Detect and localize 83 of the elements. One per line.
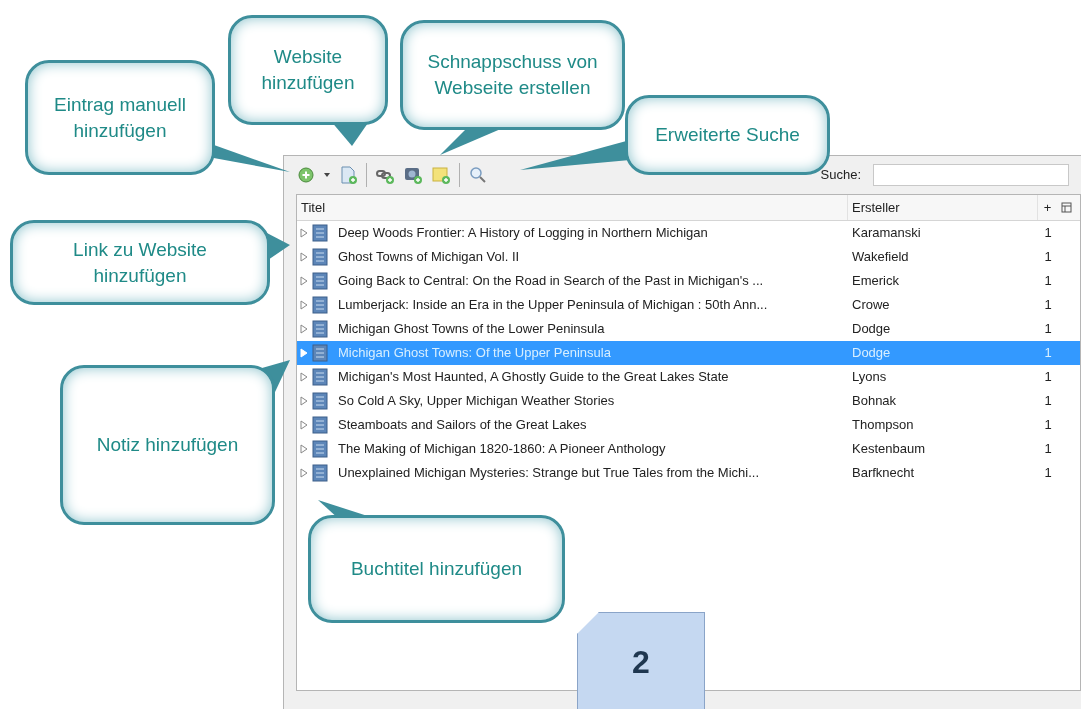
book-icon bbox=[312, 344, 328, 362]
creator-cell-text: Wakefield bbox=[851, 248, 910, 267]
title-cell-text: The Making of Michigan 1820-1860: A Pioneer Anthology bbox=[337, 440, 667, 459]
count-cell-text: 1 bbox=[1043, 416, 1053, 435]
callout: Eintrag manuell hinzufügen bbox=[25, 60, 215, 175]
creator-cell-text: Dodge bbox=[851, 344, 892, 363]
title-cell-text: Michigan Ghost Towns of the Lower Peninsula bbox=[337, 320, 606, 339]
table-row[interactable]: Michigan Ghost Towns of the Lower Peninsula Dodge 1 bbox=[297, 317, 1080, 341]
table-row[interactable]: Going Back to Central: On the Road in Search of the Past in Michigan's ... Emerick 1 bbox=[297, 269, 1080, 293]
expand-arrow-icon[interactable] bbox=[300, 372, 308, 382]
callout: Schnappschuss von Webseite erstellen bbox=[400, 20, 625, 130]
column-header[interactable]: Ersteller bbox=[847, 195, 1037, 220]
expand-arrow-icon[interactable] bbox=[300, 324, 308, 334]
title-cell-text: Unexplained Michigan Mysteries: Strange but True Tales from the Michi... bbox=[337, 464, 760, 483]
table-row[interactable]: Deep Woods Frontier: A History of Logging in Northern Michigan Karamanski 1 bbox=[297, 221, 1080, 245]
note-icon[interactable] bbox=[431, 165, 451, 185]
count-cell-text: 1 bbox=[1043, 272, 1053, 291]
count-cell-text: 1 bbox=[1043, 392, 1053, 411]
column-picker-icon[interactable] bbox=[1061, 201, 1073, 214]
caret-icon[interactable] bbox=[324, 173, 330, 177]
title-cell-text: Lumberjack: Inside an Era in the Upper Peninsula of Michigan : 50th Ann... bbox=[337, 296, 769, 315]
snapshot-icon[interactable] bbox=[403, 165, 423, 185]
table-row[interactable]: The Making of Michigan 1820-1860: A Pioneer Anthology Kestenbaum 1 bbox=[297, 437, 1080, 461]
count-cell-text: 1 bbox=[1043, 344, 1053, 363]
count-cell-text: 1 bbox=[1043, 440, 1053, 459]
count-cell-text: 1 bbox=[1043, 320, 1053, 339]
count-cell-text: 1 bbox=[1043, 248, 1053, 267]
title-cell-text: Going Back to Central: On the Road in Search of the Past in Michigan's ... bbox=[337, 272, 765, 291]
book-icon bbox=[312, 272, 328, 290]
callout: Notiz hinzufügen bbox=[60, 365, 275, 525]
page-number-note: 2 bbox=[577, 612, 705, 709]
creator-cell-text: Barfknecht bbox=[851, 464, 916, 483]
creator-cell-text: Lyons bbox=[851, 368, 888, 387]
creator-cell-text: Crowe bbox=[851, 296, 891, 315]
book-icon bbox=[312, 416, 328, 434]
title-cell-text: Michigan Ghost Towns: Of the Upper Peninsula bbox=[337, 344, 612, 363]
title-cell-text: Ghost Towns of Michigan Vol. II bbox=[337, 248, 521, 267]
table-row[interactable]: Ghost Towns of Michigan Vol. II Wakefield 1 bbox=[297, 245, 1080, 269]
book-icon bbox=[312, 224, 328, 242]
search-field[interactable] bbox=[873, 164, 1069, 186]
creator-cell-text: Karamanski bbox=[851, 224, 922, 243]
book-icon bbox=[312, 440, 328, 458]
column-header[interactable]: Titel bbox=[297, 195, 847, 220]
add-document-icon[interactable] bbox=[338, 165, 358, 185]
table-row[interactable]: Steamboats and Sailors of the Great Lakes Thompson 1 bbox=[297, 413, 1080, 437]
table-row[interactable]: Lumberjack: Inside an Era in the Upper Peninsula of Michigan : 50th Ann... Crowe 1 bbox=[297, 293, 1080, 317]
expand-arrow-icon[interactable] bbox=[300, 228, 308, 238]
count-cell-text: 1 bbox=[1043, 368, 1053, 387]
creator-cell-text: Bohnak bbox=[851, 392, 898, 411]
search-label: Suche: bbox=[820, 166, 861, 185]
table-row[interactable]: Unexplained Michigan Mysteries: Strange but True Tales from the Michi... Barfknecht 1 bbox=[297, 461, 1080, 485]
expand-arrow-icon[interactable] bbox=[300, 468, 308, 478]
creator-cell-text: Dodge bbox=[851, 320, 892, 339]
title-cell-text: Deep Woods Frontier: A History of Logging in Northern Michigan bbox=[337, 224, 709, 243]
book-icon bbox=[312, 464, 328, 482]
book-icon bbox=[312, 392, 328, 410]
count-cell-text: 1 bbox=[1043, 224, 1053, 243]
search-icon[interactable] bbox=[468, 165, 488, 185]
callout: Website hinzufügen bbox=[228, 15, 388, 125]
title-cell-text: So Cold A Sky, Upper Michigan Weather Stories bbox=[337, 392, 616, 411]
book-icon bbox=[312, 248, 328, 266]
expand-arrow-icon[interactable] bbox=[300, 276, 308, 286]
book-icon bbox=[312, 368, 328, 386]
callout: Buchtitel hinzufügen bbox=[308, 515, 565, 623]
expand-arrow-icon[interactable] bbox=[300, 444, 308, 454]
expand-arrow-icon[interactable] bbox=[300, 300, 308, 310]
book-icon bbox=[312, 296, 328, 314]
book-icon bbox=[312, 320, 328, 338]
count-cell-text: 1 bbox=[1043, 464, 1053, 483]
title-cell-text: Michigan's Most Haunted, A Ghostly Guide to the Great Lakes State bbox=[337, 368, 730, 387]
add-item-icon[interactable] bbox=[296, 165, 316, 185]
creator-cell-text: Kestenbaum bbox=[851, 440, 926, 459]
title-cell-text: Steamboats and Sailors of the Great Lakes bbox=[337, 416, 588, 435]
callout: Link zu Website hinzufügen bbox=[10, 220, 270, 305]
expand-arrow-icon[interactable] bbox=[300, 396, 308, 406]
table-row[interactable]: Michigan's Most Haunted, A Ghostly Guide to the Great Lakes State Lyons 1 bbox=[297, 365, 1080, 389]
expand-arrow-icon[interactable] bbox=[300, 420, 308, 430]
creator-cell-text: Thompson bbox=[851, 416, 915, 435]
creator-cell-text: Emerick bbox=[851, 272, 900, 291]
table-row[interactable]: So Cold A Sky, Upper Michigan Weather Stories Bohnak 1 bbox=[297, 389, 1080, 413]
expand-arrow-icon[interactable] bbox=[300, 252, 308, 262]
count-cell-text: 1 bbox=[1043, 296, 1053, 315]
column-header[interactable]: + bbox=[1037, 195, 1057, 220]
